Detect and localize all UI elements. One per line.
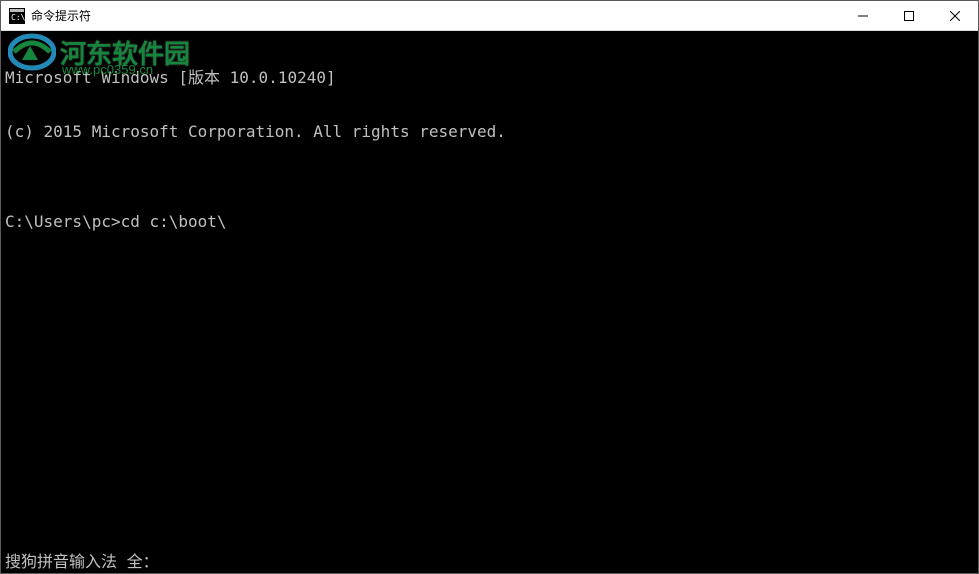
command-prompt-window: C:\ 命令提示符 Microsoft Windows [版本 10.0.102… <box>0 0 979 574</box>
titlebar-left: C:\ 命令提示符 <box>1 7 840 24</box>
svg-text:C:\: C:\ <box>11 13 25 22</box>
ime-status-bar: 搜狗拼音输入法 全： <box>5 553 159 571</box>
minimize-button[interactable] <box>840 1 886 31</box>
terminal-output-line: (c) 2015 Microsoft Corporation. All righ… <box>5 123 974 141</box>
titlebar[interactable]: C:\ 命令提示符 <box>1 1 978 31</box>
terminal-area[interactable]: Microsoft Windows [版本 10.0.10240] (c) 20… <box>1 31 978 573</box>
terminal-prompt-line: C:\Users\pc>cd c:\boot\ <box>5 213 974 231</box>
window-controls <box>840 1 978 30</box>
maximize-button[interactable] <box>886 1 932 31</box>
cursor <box>227 215 235 231</box>
close-button[interactable] <box>932 1 978 31</box>
command-input[interactable]: cd c:\boot\ <box>121 212 227 231</box>
terminal-output-line: Microsoft Windows [版本 10.0.10240] <box>5 69 974 87</box>
cmd-icon: C:\ <box>9 8 25 24</box>
window-title: 命令提示符 <box>31 7 91 24</box>
prompt: C:\Users\pc> <box>5 212 121 231</box>
